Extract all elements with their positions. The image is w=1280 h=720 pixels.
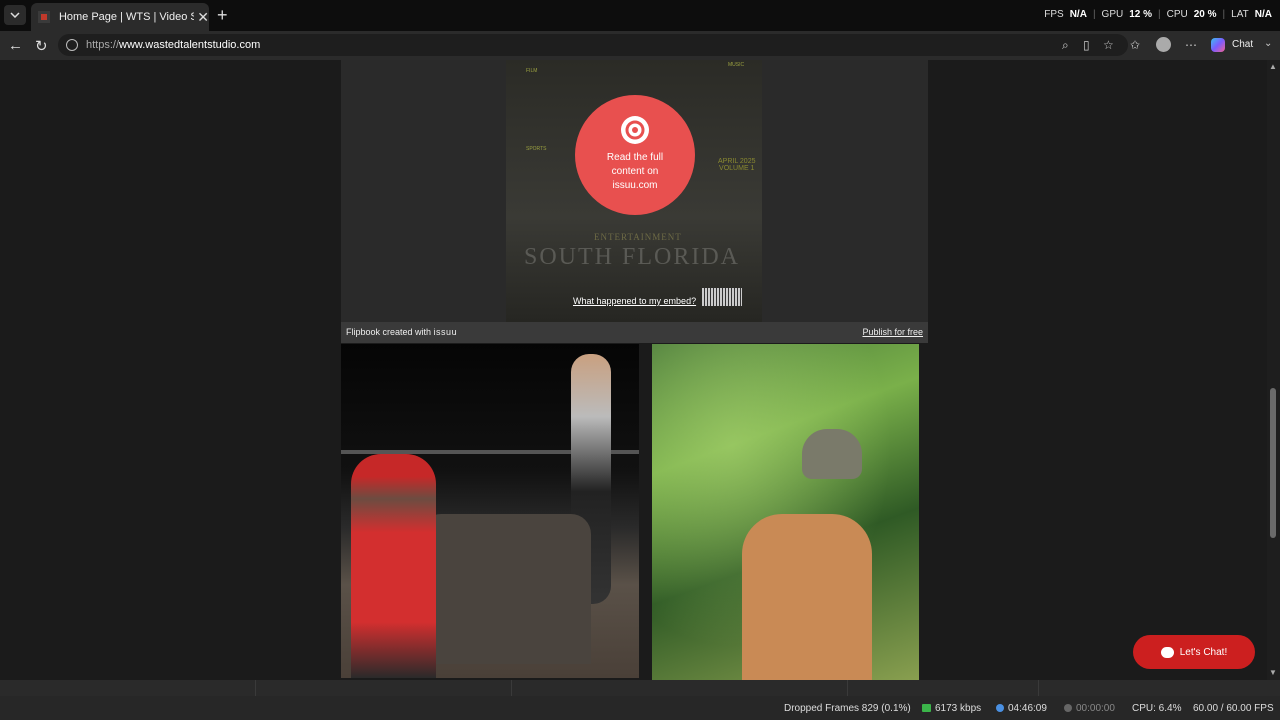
- active-tab[interactable]: Home Page | WTS | Video Services ✕: [31, 3, 209, 31]
- issuu-brand[interactable]: issuu: [434, 327, 458, 337]
- lat-label: LAT: [1231, 9, 1249, 20]
- reading-view-icon[interactable]: ▯: [1083, 38, 1090, 52]
- favorite-star-icon[interactable]: ☆: [1103, 38, 1114, 52]
- dock-panel[interactable]: [848, 680, 1039, 696]
- performer: [351, 454, 436, 678]
- cover-date: APRIL 2025 VOLUME 1: [718, 158, 756, 172]
- page-scrollbar[interactable]: ▲ ▼: [1267, 60, 1280, 682]
- scrollbar-thumb[interactable]: [1270, 388, 1276, 538]
- gpu-value: 12 %: [1129, 9, 1153, 20]
- dock-panel[interactable]: [256, 680, 512, 696]
- close-tab-icon[interactable]: ✕: [197, 9, 209, 26]
- cover-entertainment: ENTERTAINMENT: [594, 232, 682, 242]
- address-bar-row: ← ↻ https://www.wastedtalentstudio.com ⌕…: [0, 31, 1280, 60]
- record-timer: 00:00:00: [1064, 703, 1115, 714]
- flipbook-label: Flipbook created with: [346, 327, 432, 337]
- more-menu-icon[interactable]: ⋯: [1185, 38, 1197, 52]
- tab-title: Home Page | WTS | Video Services: [58, 11, 195, 23]
- chevron-down-icon[interactable]: ⌄: [1264, 38, 1272, 49]
- url-text: https://www.wastedtalentstudio.com: [86, 39, 260, 51]
- divider: |: [1222, 9, 1226, 20]
- cover-volume: VOLUME 1: [719, 165, 755, 172]
- cover-music-heading: MUSIC: [728, 62, 745, 68]
- read-on-issuu-button[interactable]: Read the full content on issuu.com: [575, 95, 695, 215]
- obs-status-bar: Dropped Frames 829 (0.1%) 6173 kbps 04:4…: [0, 696, 1280, 720]
- performance-overlay: FPS N/A | GPU 12 % | CPU 20 % | LAT N/A: [1044, 9, 1272, 20]
- flipbook-credit: Flipbook created with issuu: [346, 327, 457, 337]
- gardener-photo[interactable]: [652, 344, 919, 682]
- new-tab-icon[interactable]: +: [217, 5, 228, 26]
- tab-actions-menu-button[interactable]: [4, 5, 26, 25]
- lets-chat-label: Let's Chat!: [1179, 646, 1228, 658]
- issuu-embed[interactable]: FILM SPORTS MUSIC APRIL 2025 VOLUME 1 EN…: [341, 60, 928, 322]
- lat-value: N/A: [1254, 9, 1272, 20]
- divider: |: [1158, 9, 1161, 20]
- favorites-collection-icon[interactable]: ✩: [1130, 38, 1140, 52]
- flipbook-bar: Flipbook created with issuu Publish for …: [341, 322, 928, 343]
- bitrate-value: 6173 kbps: [935, 703, 982, 714]
- divider: |: [1092, 9, 1096, 20]
- gpu-label: GPU: [1101, 9, 1124, 20]
- publish-free-link[interactable]: Publish for free: [862, 327, 923, 337]
- url-field[interactable]: https://www.wastedtalentstudio.com: [58, 34, 1128, 56]
- cover-title: SOUTH FLORIDA: [524, 244, 741, 270]
- zoom-icon[interactable]: ⌕: [1062, 38, 1069, 53]
- back-arrow-icon[interactable]: ←: [8, 37, 23, 54]
- obs-dock-strip: [0, 680, 1280, 696]
- dock-panel[interactable]: [512, 680, 848, 696]
- copilot-icon[interactable]: [1211, 38, 1225, 52]
- streaming-icon: [996, 704, 1004, 713]
- stream-time-value: 04:46:09: [1008, 703, 1047, 714]
- chat-bubble-icon: [1160, 646, 1174, 658]
- fps-value: N/A: [1069, 9, 1087, 20]
- scroll-up-icon[interactable]: ▲: [1269, 62, 1277, 71]
- site-info-icon[interactable]: [66, 39, 78, 51]
- cpu-value: 20 %: [1193, 9, 1217, 20]
- signal-bars-icon: [922, 704, 931, 713]
- tab-strip: Home Page | WTS | Video Services ✕ + FPS…: [0, 0, 1280, 31]
- person-shirt: [742, 514, 872, 682]
- record-icon: [1064, 704, 1072, 713]
- site-favicon-icon: [38, 11, 50, 23]
- fps-readout: 60.00 / 60.00 FPS: [1193, 703, 1274, 714]
- refresh-icon[interactable]: ↻: [35, 37, 48, 55]
- cover-film-heading: FILM: [526, 68, 538, 74]
- chevron-down-icon: [10, 12, 20, 18]
- performer-photo[interactable]: [341, 344, 639, 678]
- page-content: FILM SPORTS MUSIC APRIL 2025 VOLUME 1 EN…: [0, 60, 1267, 682]
- profile-avatar[interactable]: [1156, 37, 1171, 52]
- chat-button-label[interactable]: Chat: [1232, 39, 1253, 50]
- dock-panel[interactable]: [0, 680, 256, 696]
- scroll-down-icon[interactable]: ▼: [1269, 668, 1277, 677]
- what-happened-link[interactable]: What happened to my embed?: [573, 296, 696, 306]
- cover-sports-heading: SPORTS: [526, 146, 547, 152]
- cpu-usage: CPU: 6.4%: [1132, 703, 1182, 714]
- issuu-logo-icon: [621, 116, 649, 144]
- bitrate-readout: 6173 kbps: [922, 703, 981, 714]
- lets-chat-button[interactable]: Let's Chat!: [1133, 635, 1255, 669]
- barcode: [702, 288, 742, 306]
- url-prefix: https://: [86, 39, 120, 51]
- read-full-content-text: Read the full content on issuu.com: [606, 152, 664, 191]
- rec-time-value: 00:00:00: [1076, 703, 1115, 714]
- stream-timer: 04:46:09: [996, 703, 1047, 714]
- cpu-label: CPU: [1166, 9, 1188, 20]
- dropped-frames: Dropped Frames 829 (0.1%): [784, 703, 911, 714]
- stage-table: [421, 514, 591, 664]
- fps-label: FPS: [1044, 9, 1064, 20]
- person-cap: [802, 429, 862, 479]
- url-host: www.wastedtalentstudio.com: [119, 39, 261, 51]
- cover-date-text: APRIL 2025: [718, 158, 756, 165]
